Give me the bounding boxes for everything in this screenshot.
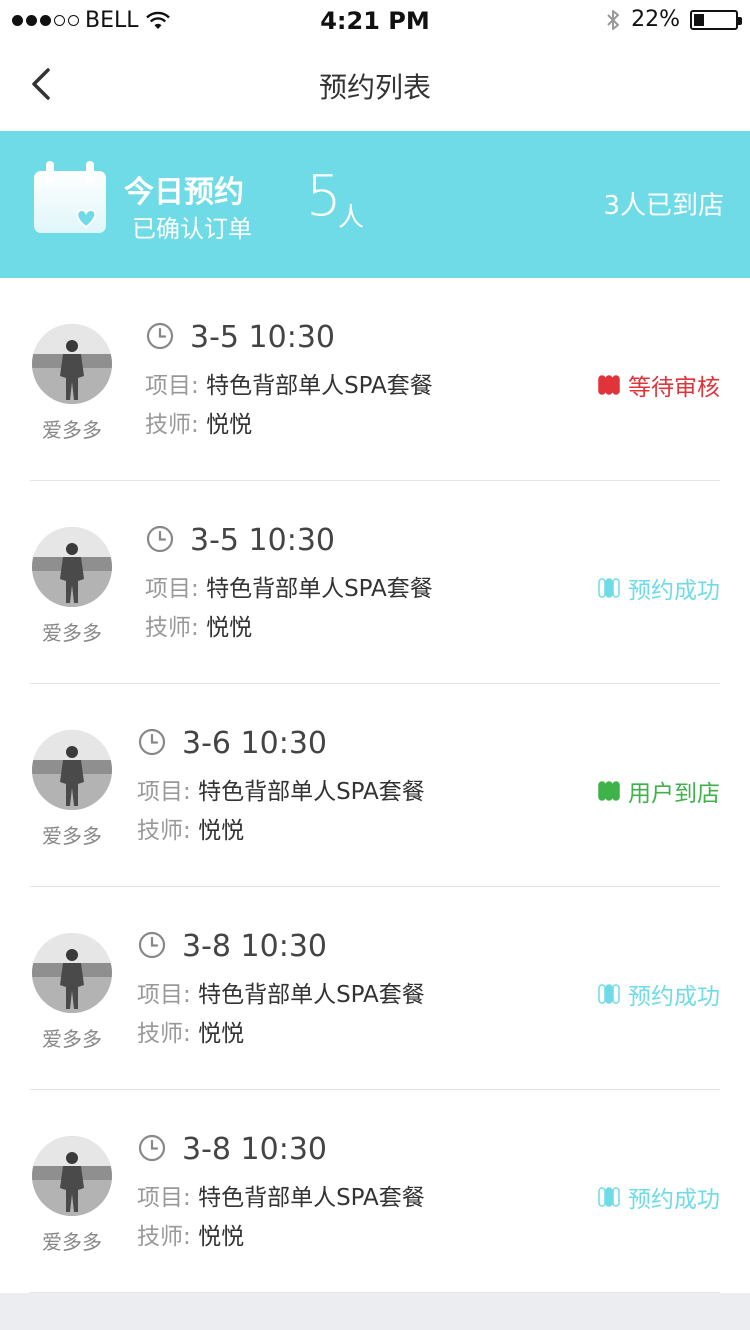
project-line: 项目: 特色背部单人SPA套餐 [145,569,433,603]
today-summary-banner: 今日预约 已确认订单 5 人 3人已到店 [0,131,750,278]
status-icon [598,375,620,395]
project-name: 特色背部单人SPA套餐 [206,373,433,399]
status-badge: 预约成功 [598,977,720,1011]
arrived-count: 3人已到店 [603,191,724,221]
bottom-area [0,1293,750,1330]
project-name: 特色背部单人SPA套餐 [198,1185,425,1211]
therapist-line: 技师: 悦悦 [145,608,252,642]
appointment-time: 3-5 10:30 [190,320,335,355]
project-label: 项目: [145,373,199,399]
appointment-time: 3-6 10:30 [182,726,327,761]
project-line: 项目: 特色背部单人SPA套餐 [137,772,425,806]
project-name: 特色背部单人SPA套餐 [198,779,425,805]
status-text: 预约成功 [628,984,720,1010]
status-icon [598,781,620,801]
project-label: 项目: [137,1185,191,1211]
project-label: 项目: [145,576,199,602]
appointment-list: 爱多多 3-5 10:30 项目: 特色背部单人SPA套餐 技师: 悦悦 等待审… [0,278,750,1293]
therapist-name: 悦悦 [206,615,253,641]
appointment-time: 3-8 10:30 [182,1132,327,1167]
therapist-label: 技师: [137,818,191,844]
appointment-row[interactable]: 爱多多 3-5 10:30 项目: 特色背部单人SPA套餐 技师: 悦悦 预约成… [0,481,750,684]
project-name: 特色背部单人SPA套餐 [198,982,425,1008]
project-line: 项目: 特色背部单人SPA套餐 [137,975,425,1009]
therapist-label: 技师: [145,615,199,641]
avatar [32,933,112,1013]
appointment-row[interactable]: 爱多多 3-8 10:30 项目: 特色背部单人SPA套餐 技师: 悦悦 预约成… [0,1090,750,1293]
avatar [32,324,112,404]
status-badge: 预约成功 [598,1180,720,1214]
therapist-label: 技师: [137,1224,191,1250]
clock-icon [138,728,166,756]
status-text: 等待审核 [628,375,720,401]
therapist-name: 悦悦 [206,412,253,438]
therapist-name: 悦悦 [198,818,245,844]
status-icon [598,984,620,1004]
therapist-line: 技师: 悦悦 [137,1014,244,1048]
appointment-row[interactable]: 爱多多 3-8 10:30 项目: 特色背部单人SPA套餐 技师: 悦悦 预约成… [0,887,750,1090]
therapist-name: 悦悦 [198,1021,245,1047]
page-title: 预约列表 [318,71,431,104]
battery-icon [690,9,742,30]
project-label: 项目: [137,982,191,1008]
appointment-row[interactable]: 爱多多 3-6 10:30 项目: 特色背部单人SPA套餐 技师: 悦悦 用户到… [0,684,750,887]
avatar [32,730,112,810]
status-badge: 预约成功 [598,571,720,605]
battery-group: 22% [605,7,742,32]
status-badge: 等待审核 [598,368,720,402]
avatar [32,527,112,607]
status-text: 预约成功 [628,578,720,604]
appointment-time: 3-5 10:30 [190,523,335,558]
clock-icon [138,1134,166,1162]
appointment-row[interactable]: 爱多多 3-5 10:30 项目: 特色背部单人SPA套餐 技师: 悦悦 等待审… [0,278,750,481]
project-line: 项目: 特色背部单人SPA套餐 [137,1178,425,1212]
battery-percent: 22% [631,7,680,32]
banner-title: 今日预约 [124,175,244,210]
appointment-time: 3-8 10:30 [182,929,327,964]
status-text: 预约成功 [628,1187,720,1213]
therapist-line: 技师: 悦悦 [137,1217,244,1251]
status-bar: BELL 4:21 PM 22% [0,0,750,40]
clock-icon [146,322,174,350]
user-name: 爱多多 [42,621,102,645]
therapist-label: 技师: [137,1021,191,1047]
user-name: 爱多多 [42,824,102,848]
clock-icon [138,931,166,959]
banner-subtitle: 已确认订单 [132,215,252,243]
user-name: 爱多多 [42,1027,102,1051]
status-icon [598,1187,620,1207]
clock-icon [146,525,174,553]
project-name: 特色背部单人SPA套餐 [206,576,433,602]
avatar [32,1136,112,1216]
therapist-name: 悦悦 [198,1224,245,1250]
project-label: 项目: [137,779,191,805]
user-name: 爱多多 [42,418,102,442]
project-line: 项目: 特色背部单人SPA套餐 [145,366,433,400]
therapist-line: 技师: 悦悦 [145,405,252,439]
status-icon [598,578,620,598]
therapist-line: 技师: 悦悦 [137,811,244,845]
status-badge: 用户到店 [598,774,720,808]
bluetooth-icon [607,9,620,30]
user-name: 爱多多 [42,1230,102,1254]
appointment-count: 5 [306,164,342,229]
calendar-heart-icon [34,161,106,233]
status-text: 用户到店 [628,781,720,807]
nav-bar: 预约列表 [0,40,750,130]
count-unit: 人 [338,203,365,233]
therapist-label: 技师: [145,412,199,438]
